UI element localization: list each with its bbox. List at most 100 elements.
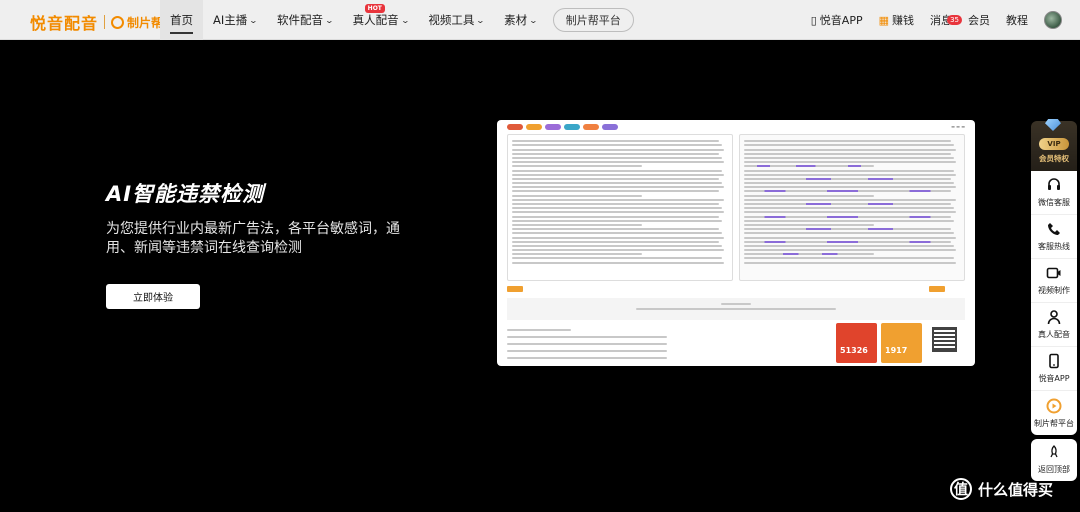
preview-text-line: [512, 232, 722, 235]
menu-item-label: 素材: [504, 13, 528, 27]
gift-icon: ▦: [878, 13, 889, 27]
preview-text-line: [744, 165, 874, 168]
app-download-link[interactable]: ▯ 悦音APP: [803, 12, 871, 28]
producer-platform-button[interactable]: 制片帮平台: [552, 8, 634, 32]
preview-text-line: [744, 186, 956, 189]
preview-text-line: [744, 169, 954, 172]
preview-text-line: [512, 177, 720, 180]
preview-tag: [526, 124, 542, 130]
hero-title: AI智能违禁检测: [106, 182, 265, 206]
right-nav: ▯ 悦音APP ▦ 赚钱 消息 35 会员 教程: [803, 0, 1080, 40]
vip-label: 会员特权: [1039, 154, 1069, 163]
headset-icon: [1046, 177, 1062, 193]
sidebar-item-app[interactable]: 悦音APP: [1031, 347, 1077, 391]
preview-text-line: [744, 219, 954, 222]
preview-text-line: [512, 240, 720, 243]
preview-text-line: [744, 240, 952, 243]
preview-text-line: [744, 156, 954, 159]
app-label: 悦音APP: [819, 14, 863, 27]
preview-text-line: [744, 173, 956, 176]
member-label: 会员: [968, 14, 990, 27]
preview-text-line: [512, 182, 722, 185]
preview-text-line: [744, 223, 874, 226]
preview-text-line: [744, 144, 954, 147]
preview-text-line: [744, 249, 956, 252]
preview-text-line: [512, 173, 724, 176]
earn-link[interactable]: ▦ 赚钱: [871, 12, 922, 28]
preview-list-line: [507, 336, 667, 338]
preview-text-line: [512, 186, 724, 189]
earn-label: 赚钱: [892, 14, 914, 27]
preview-text-line: [512, 140, 720, 143]
menu-item-video-tools[interactable]: 视频工具 ⌄: [418, 0, 494, 40]
preview-tag: [507, 124, 523, 130]
member-link[interactable]: 会员: [960, 12, 998, 28]
preview-tag: [583, 124, 599, 130]
menu-item-ai-anchor[interactable]: AI主播 ⌄: [203, 0, 267, 40]
menu-item-home[interactable]: 首页: [160, 0, 203, 40]
logo-divider: [104, 15, 106, 29]
preview-list-line: [507, 329, 571, 331]
preview-text-line: [744, 236, 956, 239]
preview-text-line: [744, 207, 954, 210]
back-top-label: 返回顶部: [1038, 465, 1070, 474]
preview-text-line: [744, 177, 952, 180]
site-logo[interactable]: 悦音配音 制片帮: [30, 10, 163, 34]
preview-text-line: [744, 232, 954, 235]
vip-badge: VIP: [1039, 138, 1069, 150]
menu-item-software-dubbing[interactable]: 软件配音 ⌄: [267, 0, 343, 40]
messages-link[interactable]: 消息 35: [922, 12, 962, 28]
sidebar-item-human-dubbing[interactable]: 真人配音: [1031, 303, 1077, 347]
sidebar-item-label: 制片帮平台: [1034, 418, 1074, 428]
sidebar-item-label: 视频制作: [1038, 286, 1070, 295]
qr-code-icon: [932, 327, 957, 352]
preview-text-line: [512, 148, 724, 151]
product-preview-screenshot: ▬ ▬ ▬ 51326 1917: [497, 120, 975, 366]
preview-text-line: [744, 253, 874, 256]
sidebar-item-video-production[interactable]: 视频制作: [1031, 259, 1077, 303]
preview-text-line: [744, 228, 952, 231]
floating-sidebar: VIP 会员特权 微信客服 客服热线 视频制作 真人配音 悦音APP 制片帮平台…: [1031, 119, 1077, 481]
preview-text-line: [512, 190, 720, 193]
logo-sub: 制片帮: [111, 14, 163, 31]
hero-description: 为您提供行业内最新广告法，各平台敏感词，通用、新闻等违禁词在线查询检测: [106, 221, 400, 256]
preview-text-line: [512, 228, 720, 231]
menu-item-label: AI主播: [213, 13, 248, 27]
preview-text-line: [744, 244, 954, 247]
preview-text-line: [512, 219, 722, 222]
preview-top-right: ▬ ▬ ▬: [951, 124, 965, 129]
preview-tag: [545, 124, 561, 130]
preview-text-line: [744, 257, 954, 260]
preview-tag-row: [507, 124, 618, 130]
menu-item-materials[interactable]: 素材 ⌄: [494, 0, 547, 40]
preview-text-line: [512, 244, 722, 247]
rocket-icon: [1047, 445, 1061, 461]
person-icon: [1046, 309, 1062, 325]
vip-privileges-button[interactable]: VIP 会员特权: [1031, 119, 1077, 171]
preview-text-line: [744, 203, 952, 205]
menu-item-human-dubbing[interactable]: HOT 真人配音 ⌄: [343, 0, 419, 40]
preview-text-line: [512, 169, 722, 172]
avatar[interactable]: [1044, 11, 1062, 29]
preview-list-line: [507, 343, 667, 345]
preview-text-line: [512, 152, 720, 155]
preview-stat-left: 51326: [836, 323, 877, 363]
preview-stat-right: 1917: [881, 323, 922, 363]
try-now-button[interactable]: 立即体验: [106, 284, 200, 309]
sidebar-item-wechat-service[interactable]: 微信客服: [1031, 171, 1077, 215]
preview-text-line: [512, 253, 642, 256]
hot-badge: HOT: [364, 4, 385, 13]
tutorial-link[interactable]: 教程: [998, 12, 1036, 28]
preview-text-line: [512, 236, 724, 239]
sidebar-item-hotline[interactable]: 客服热线: [1031, 215, 1077, 259]
sidebar-item-producer-platform[interactable]: 制片帮平台: [1031, 391, 1077, 435]
preview-text-line: [744, 194, 874, 197]
back-to-top-button[interactable]: 返回顶部: [1031, 439, 1077, 481]
preview-input-panel: [507, 134, 733, 281]
preview-text-line: [744, 198, 956, 201]
chevron-down-icon: ⌄: [248, 15, 259, 25]
preview-text-line: [512, 207, 722, 210]
preview-text-line: [744, 140, 952, 143]
watermark: 值 什么值得买: [950, 478, 1053, 500]
preview-text-line: [512, 249, 724, 252]
